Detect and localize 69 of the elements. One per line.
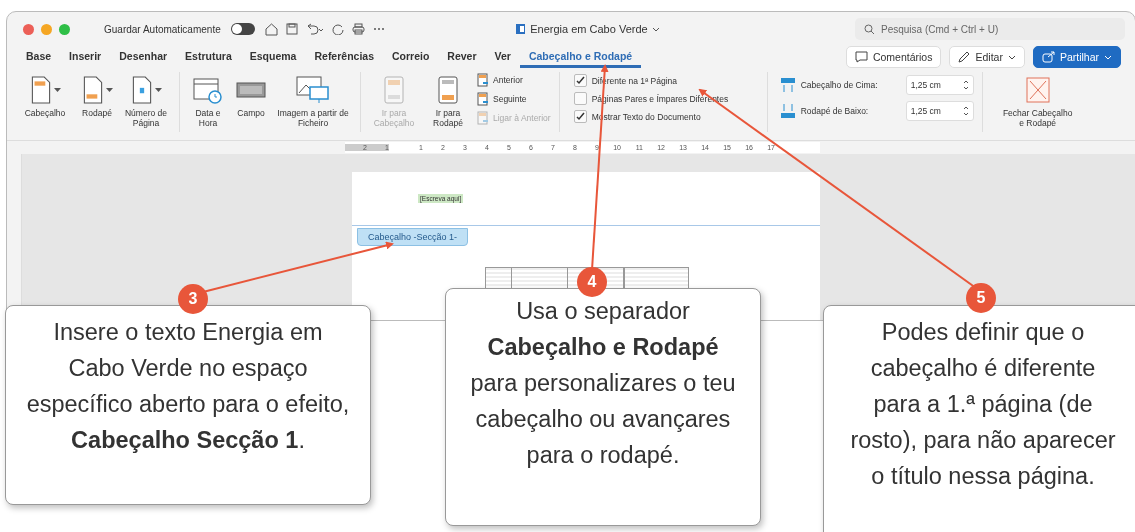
maximize-button[interactable] [59,23,70,35]
document-icon [515,23,527,35]
checkbox[interactable] [573,74,587,87]
callout-text: Podes definir que o cabeçalho é diferente para a 1.ª página (de rosto), para não aparecer o título nessa página. [823,305,1135,532]
stepper-icon [962,79,969,91]
redo-icon[interactable] [332,23,345,35]
margin-icon [779,77,796,93]
chevron-down-icon[interactable] [651,26,660,32]
checkbox[interactable] [573,110,587,123]
close-button[interactable] [23,23,34,35]
document-title[interactable]: Energia em Cabo Verde [530,23,648,35]
image-button[interactable]: Imagem a partir de Ficheiro [274,72,352,132]
date-button[interactable]: Data e Hora [188,72,228,132]
checkbox[interactable] [573,92,587,105]
autosave-toggle[interactable] [230,23,256,35]
close-icon [1025,77,1050,103]
callout-text: Usa o separador Cabeçalho e Rodapé para personalizares o teu cabeçalho ou avançares para o rodapé. [445,288,761,526]
margin-icon [779,103,796,119]
share-icon [1041,51,1055,63]
position-label: Rodapé de Baixo: [800,106,870,116]
search-field[interactable]: Pesquisa (Cmd + Ctrl + U) [855,18,1125,40]
calendar-clock-icon [193,76,223,104]
page-icon [29,76,52,104]
footer-button[interactable]: Rodapé [77,72,117,132]
chevron-down-icon [1007,54,1016,60]
edit-button[interactable]: Editar [949,46,1025,68]
stepper-icon [962,105,969,117]
position-label: Cabeçalho de Cima: [800,80,879,90]
caret-icon [154,88,162,92]
ribbon-tab[interactable]: Esquema [240,46,306,68]
ribbon-tab[interactable]: Base [17,46,61,68]
more-icon[interactable] [373,27,386,31]
spin-field[interactable]: 1,25 cm [905,75,974,95]
ribbon-tab[interactable]: Ver [485,46,520,68]
section-nav-button[interactable]: Anterior [477,72,551,88]
page-icon [438,76,458,104]
home-icon[interactable] [265,22,279,36]
page-icon [81,76,104,104]
comment-icon [854,51,868,63]
page-icon [130,76,153,104]
pencil-icon [958,51,971,63]
share-button[interactable]: Partilhar [1032,46,1121,68]
ribbon-tab[interactable]: Inserir [60,46,111,68]
print-icon[interactable] [352,23,366,35]
picture-monitor-icon [296,76,330,104]
page-number-button[interactable]: Número de Página [121,72,171,132]
page-icon [384,76,404,104]
ribbon-tab[interactable]: Cabeçalho e Rodapé [519,46,642,68]
field-button[interactable]: Campo [232,72,270,132]
ribbon-tab[interactable]: Estrutura [176,46,241,68]
spin-field[interactable]: 1,25 cm [905,101,974,121]
caret-icon [53,88,61,92]
field-icon [236,80,266,100]
callout-text: Insere o texto Energia em Cabo Verde no espaço específico aberto para o efeito, Cabeçalho Secção 1. [5,305,371,505]
chevron-down-icon [1104,54,1112,60]
ribbon-tab[interactable]: Desenhar [110,46,177,68]
header-button[interactable]: Cabeçalho [17,72,73,132]
caret-icon [105,88,113,92]
ribbon-tab[interactable]: Referências [305,46,383,68]
comments-button[interactable]: Comentários [845,46,942,68]
ribbon-tab[interactable]: Rever [438,46,486,68]
header-section-tag: Cabeçalho -Secção 1- [357,228,469,246]
undo-icon[interactable] [306,22,325,36]
close-header-button[interactable]: Fechar Cabeçalho e Rodapé [996,72,1079,131]
section-nav-button[interactable]: Seguinte [477,91,551,107]
autosave-label: Guardar Automaticamente [104,23,221,35]
save-icon[interactable] [286,23,299,35]
go-to-button[interactable]: Ir para Rodapé [423,72,473,132]
ribbon-tab[interactable]: Correio [383,46,439,68]
